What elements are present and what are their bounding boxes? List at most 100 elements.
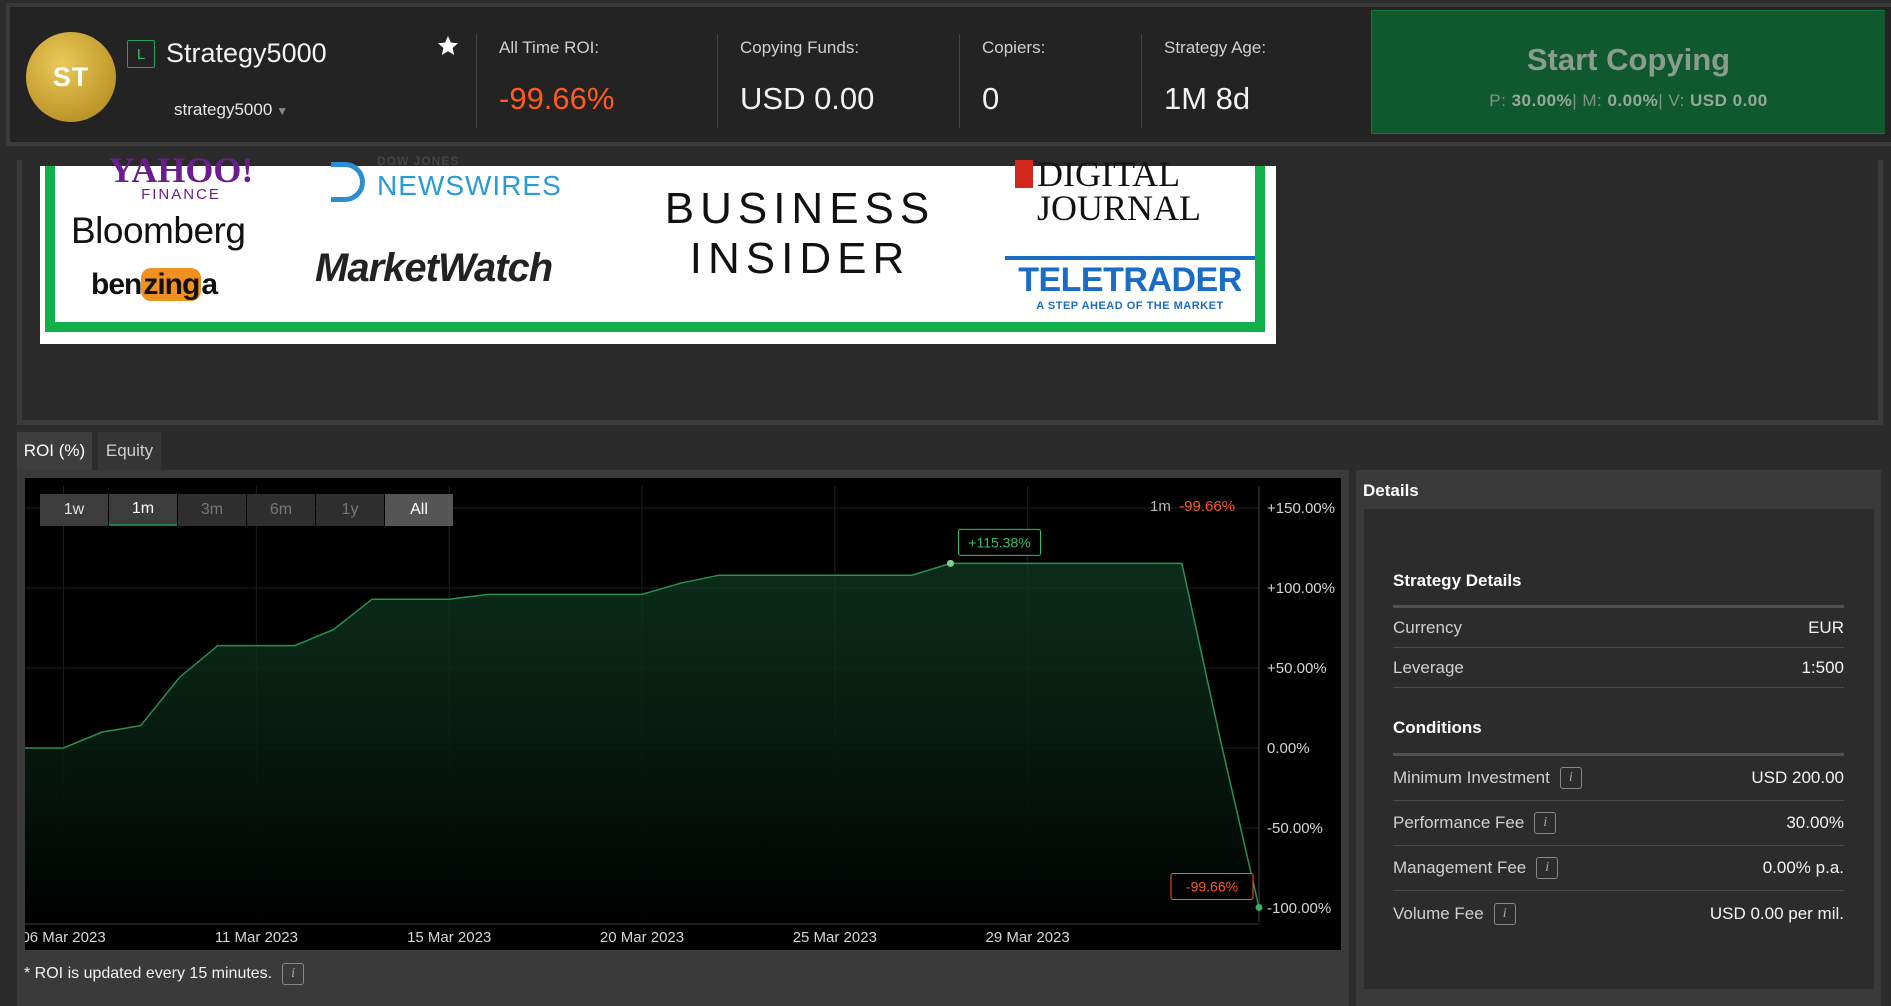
tab-equity[interactable]: Equity [98, 432, 161, 470]
caret-down-icon: ▼ [276, 104, 289, 118]
detail-value: EUR [1808, 617, 1844, 637]
range-1y-button[interactable]: 1y [316, 494, 384, 526]
dow-jones-text: DOW JONES [377, 154, 460, 168]
y-tick-label: +100.00% [1267, 580, 1335, 597]
marketwatch-logo: MarketWatch [315, 246, 553, 290]
stat-label: Copying Funds: [740, 38, 860, 57]
y-tick-label: -100.00% [1267, 900, 1331, 917]
benzinga-a: a [201, 268, 218, 301]
username-dropdown[interactable]: strategy5000 ▼ [174, 100, 288, 120]
details-title: Details [1363, 481, 1419, 500]
detail-row-performance-fee: Performance Fee i 30.00% [1393, 801, 1844, 846]
fee-summary: P: 30.00%| M: 0.00%| V: USD 0.00 [1489, 91, 1768, 110]
chart-legend: 1m -99.66% [1150, 498, 1235, 515]
detail-value: 0.00% p.a. [1762, 858, 1844, 877]
stat-strategy-age: Strategy Age: 1M 8d [1141, 34, 1266, 128]
info-icon[interactable]: i [1534, 812, 1557, 834]
detail-key-text: Minimum Investment [1393, 768, 1550, 787]
x-tick-label: 15 Mar 2023 [407, 929, 491, 946]
roi-chart-svg: +150.00% +100.00% +50.00% 0.00% -50.00% -100.… [25, 486, 1335, 950]
detail-key-text: Management Fee [1393, 858, 1527, 877]
info-icon[interactable]: i [1493, 902, 1516, 925]
press-logos-banner: YAHOO! FINANCE DOW JONES NEWSWIRES BUSIN… [40, 152, 1276, 344]
range-selector: 1w 1m 3m 6m 1y All [40, 494, 454, 526]
range-all-button[interactable]: All [385, 494, 453, 526]
tab-roi[interactable]: ROI (%) [17, 432, 92, 470]
teletrader-tagline: A STEP AHEAD OF THE MARKET [1036, 300, 1224, 312]
m-label: M: [1582, 91, 1603, 110]
detail-key-text: Performance Fee [1393, 813, 1525, 832]
roi-area [25, 563, 1259, 922]
banner-frame: YAHOO! FINANCE DOW JONES NEWSWIRES BUSIN… [45, 152, 1265, 332]
insider-text: INSIDER [689, 234, 911, 283]
detail-key: Performance Fee i [1393, 812, 1557, 834]
detail-row-volume-fee: Volume Fee i USD 0.00 per mil. [1393, 891, 1844, 936]
p-value: 30.00% [1511, 91, 1573, 110]
stat-value: -99.66% [499, 81, 615, 116]
info-icon[interactable]: i [1559, 767, 1582, 789]
yahoo-text: YAHOO! [108, 150, 254, 190]
business-text: BUSINESS [664, 184, 936, 233]
star-icon[interactable] [436, 34, 460, 58]
journal-text: JOURNAL [1037, 188, 1202, 228]
v-label: V: [1668, 91, 1685, 110]
range-1w-button[interactable]: 1w [40, 494, 108, 526]
detail-value: 30.00% [1786, 813, 1844, 832]
yahoo-finance-logo: YAHOO! FINANCE [76, 152, 286, 203]
digital-text: DIGITAL [1037, 154, 1181, 194]
benzinga-zing: zing [141, 268, 202, 301]
teletrader-text: TELETRADER [1005, 256, 1255, 300]
v-value: USD 0.00 [1690, 91, 1768, 110]
stat-value: 0 [982, 81, 1000, 116]
start-copying-button[interactable]: Start Copying P: 30.00%| M: 0.00%| V: US… [1371, 10, 1885, 134]
legend-value: -99.66% [1179, 498, 1236, 515]
detail-value: USD 200.00 [1751, 768, 1844, 787]
leader-badge: L [127, 40, 155, 68]
m-value: 0.00% [1607, 91, 1659, 110]
strategy-name: Strategy5000 [166, 38, 327, 68]
roi-update-note: * ROI is updated every 15 minutes. i [24, 963, 305, 985]
stat-copiers: Copiers: 0 [959, 34, 1045, 128]
stat-copying-funds: Copying Funds: USD 0.00 [717, 34, 874, 128]
username-label: strategy5000 [174, 100, 273, 119]
detail-key-text: Volume Fee [1393, 903, 1484, 923]
benzinga-ben: ben [91, 268, 142, 301]
detail-value: 1:500 [1801, 657, 1844, 677]
start-copying-label: Start Copying [1526, 42, 1731, 77]
last-point-marker [1255, 903, 1263, 911]
info-icon[interactable]: i [282, 963, 305, 985]
newswires-text: NEWSWIRES [377, 170, 562, 201]
benzinga-logo: benzinga [91, 268, 218, 302]
p-label: P: [1489, 91, 1507, 110]
legend-period: 1m [1150, 498, 1171, 515]
detail-key: Minimum Investment i [1393, 767, 1582, 789]
finance-text: FINANCE [141, 186, 221, 203]
x-tick-label: 11 Mar 2023 [215, 929, 298, 946]
info-icon[interactable]: i [1536, 857, 1559, 879]
range-1m-button[interactable]: 1m [109, 494, 177, 526]
x-tick-label: 29 Mar 2023 [986, 929, 1070, 946]
teletrader-logo: TELETRADER A STEP AHEAD OF THE MARKET [1005, 256, 1255, 312]
stat-value: 1M 8d [1164, 81, 1251, 116]
range-3m-button[interactable]: 3m [178, 494, 246, 526]
x-tick-label: 06 Mar 2023 [25, 929, 106, 946]
x-tick-label: 25 Mar 2023 [793, 929, 877, 946]
y-tick-label: 0.00% [1267, 740, 1310, 757]
max-value-label: +115.38% [968, 534, 1030, 550]
last-value-label: -99.66% [1186, 878, 1238, 894]
business-insider-logo: BUSINESS INSIDER [650, 184, 950, 284]
avatar: ST [26, 32, 116, 122]
detail-key: Currency [1393, 617, 1462, 637]
stat-label: Strategy Age: [1164, 38, 1267, 57]
detail-key: Management Fee i [1393, 857, 1559, 879]
range-6m-button[interactable]: 6m [247, 494, 315, 526]
y-tick-label: +50.00% [1267, 660, 1327, 677]
stat-value: USD 0.00 [740, 81, 875, 116]
detail-row-leverage: Leverage 1:500 [1393, 648, 1844, 688]
roi-note-text: * ROI is updated every 15 minutes. [24, 965, 273, 982]
detail-row-minimum-investment: Minimum Investment i USD 200.00 [1393, 756, 1844, 801]
detail-row-currency: Currency EUR [1393, 608, 1844, 648]
bloomberg-logo: Bloomberg [71, 210, 246, 251]
stat-label: All Time ROI: [499, 38, 600, 57]
roi-chart[interactable]: +150.00% +100.00% +50.00% 0.00% -50.00% -100.… [25, 478, 1341, 950]
